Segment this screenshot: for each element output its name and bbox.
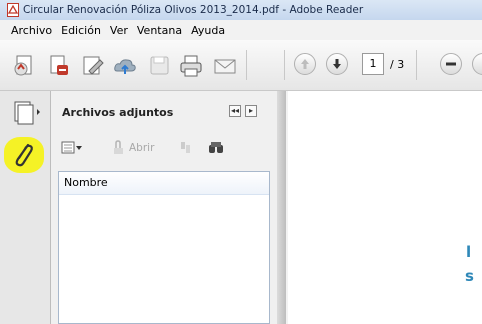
next-page-icon[interactable] <box>326 53 348 75</box>
document-view[interactable]: l s <box>286 91 482 324</box>
email-icon[interactable] <box>212 54 238 78</box>
open-attachment-button[interactable]: Abrir <box>129 142 154 154</box>
title-bar: Circular Renovación Póliza Olivos 2013_2… <box>0 0 482 20</box>
search-attachment-icon[interactable] <box>207 139 225 160</box>
panel-splitter[interactable] <box>277 91 286 324</box>
document-text-fragment: l <box>466 243 472 261</box>
column-header-nombre[interactable]: Nombre <box>59 172 269 195</box>
panel-options-icon[interactable]: ▸ <box>245 105 257 117</box>
zoom-out-icon[interactable] <box>440 53 462 75</box>
panel-title: Archivos adjuntos <box>62 105 174 119</box>
left-navigation-pane <box>0 91 51 324</box>
zoom-in-icon[interactable] <box>472 53 482 75</box>
attachments-panel: Archivos adjuntos ◂◂ ▸ Abrir Nombre <box>51 91 277 324</box>
cloud-share-icon[interactable] <box>112 54 138 78</box>
collapse-panel-icon[interactable]: ◂◂ <box>229 105 241 117</box>
menu-ver[interactable]: Ver <box>110 24 128 37</box>
prev-page-icon[interactable] <box>294 53 316 75</box>
attachments-list[interactable]: Nombre <box>58 171 270 324</box>
toolbar: 1 / 3 <box>0 40 482 91</box>
menu-archivo[interactable]: Archivo <box>11 24 52 37</box>
menu-ayuda[interactable]: Ayuda <box>191 24 225 37</box>
toolbar-separator <box>416 50 417 80</box>
menu-bar: Archivo Edición Ver Ventana Ayuda <box>0 20 482 40</box>
pages-icon[interactable] <box>12 99 42 127</box>
print-icon[interactable] <box>178 54 204 78</box>
menu-ventana[interactable]: Ventana <box>137 24 182 37</box>
save-attachment-icon[interactable] <box>177 140 193 159</box>
print-setup-icon[interactable] <box>46 54 72 78</box>
toolbar-separator <box>284 50 285 80</box>
window-title: Circular Renovación Póliza Olivos 2013_2… <box>23 4 364 16</box>
save-icon[interactable] <box>146 54 172 78</box>
create-pdf-icon[interactable] <box>12 54 38 78</box>
menu-edicion[interactable]: Edición <box>61 24 101 37</box>
page-total: / 3 <box>390 58 405 71</box>
document-page: l s <box>288 91 482 324</box>
open-attachment-icon[interactable] <box>111 140 127 159</box>
adobe-reader-icon <box>7 3 19 17</box>
panel-header: Archivos adjuntos ◂◂ ▸ <box>51 91 277 133</box>
document-text-fragment: s <box>465 267 474 285</box>
attachment-icon[interactable] <box>4 137 44 173</box>
toolbar-separator <box>246 50 247 80</box>
edit-icon[interactable] <box>80 54 106 78</box>
options-menu-icon[interactable] <box>61 141 83 158</box>
panel-toolbar: Abrir <box>51 133 277 163</box>
page-number-input[interactable]: 1 <box>362 53 384 75</box>
